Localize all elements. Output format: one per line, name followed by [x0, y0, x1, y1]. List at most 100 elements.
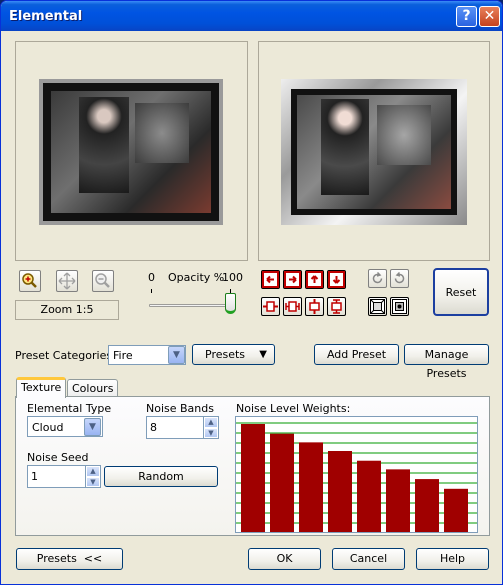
presets-toggle-label: Presets <<	[36, 552, 103, 565]
noise-seed-field[interactable]: 1 ▲ ▼	[27, 465, 101, 488]
rotate-right-icon	[394, 271, 405, 284]
rotate-left-icon	[372, 271, 383, 284]
noise-weight-bar-8[interactable]	[444, 488, 468, 532]
zoom-in-button[interactable]	[19, 270, 41, 292]
reset-label: Reset	[445, 286, 477, 299]
noise-weight-bar-4[interactable]	[328, 451, 352, 532]
actual-size-button[interactable]	[390, 297, 409, 316]
stretch-vertical-button[interactable]	[305, 297, 324, 316]
noise-weight-bar-7[interactable]	[415, 479, 439, 532]
magnify-plus-icon	[22, 273, 37, 288]
noise-seed-label: Noise Seed	[27, 451, 89, 464]
zoom-out-button[interactable]	[92, 270, 114, 292]
noise-weights-label: Noise Level Weights:	[236, 402, 351, 415]
help-title-button[interactable]: ?	[456, 6, 477, 27]
rotate-right-button[interactable]	[390, 269, 409, 288]
preset-category-select[interactable]: Fire ▼	[108, 345, 186, 365]
result-preview-panel	[258, 41, 490, 261]
noise-weight-bar-6[interactable]	[386, 469, 410, 532]
tab-colours-label: Colours	[72, 382, 114, 395]
spin-down-icon[interactable]: ▼	[204, 427, 218, 438]
original-preview-panel	[15, 41, 248, 261]
noise-weights-graph[interactable]	[235, 416, 478, 533]
zoom-level-text: Zoom 1:5	[40, 303, 94, 316]
manage-presets-label: Manage Presets	[424, 348, 469, 380]
noise-seed-spinner[interactable]: ▲ ▼	[85, 466, 100, 487]
noise-weight-bar-5[interactable]	[357, 460, 381, 532]
spin-up-icon[interactable]: ▲	[204, 417, 218, 428]
tab-texture[interactable]: Texture	[16, 377, 67, 398]
presets-menu-button[interactable]: Presets ▼	[192, 344, 275, 365]
align-right-button[interactable]	[283, 270, 302, 289]
opacity-label: Opacity %	[168, 271, 225, 284]
opacity-min-label: 0	[148, 271, 155, 284]
arrow-left-icon	[262, 271, 279, 288]
random-button[interactable]: Random	[104, 466, 218, 487]
help-label: Help	[439, 552, 466, 565]
arrow-up-icon	[306, 271, 323, 288]
random-label: Random	[138, 470, 184, 483]
help-button[interactable]: Help	[416, 548, 489, 570]
spin-up-icon[interactable]: ▲	[86, 466, 100, 477]
zoom-level-display: Zoom 1:5	[15, 300, 119, 320]
ok-button[interactable]: OK	[248, 548, 321, 570]
result-preview-image	[281, 79, 467, 225]
noise-bands-field[interactable]: 8 ▲ ▼	[146, 416, 219, 439]
actual-size-icon	[392, 299, 407, 314]
noise-weight-bar-3[interactable]	[299, 442, 323, 532]
opacity-tick-left	[151, 289, 152, 293]
close-button[interactable]: ✕	[479, 6, 500, 27]
title-bar[interactable]: Elemental ? ✕	[1, 1, 502, 31]
noise-weight-bar-2[interactable]	[270, 433, 294, 532]
noise-weights-chart[interactable]	[236, 417, 477, 532]
chevron-down-icon[interactable]: ▼	[168, 346, 185, 364]
add-preset-button[interactable]: Add Preset	[314, 344, 399, 365]
ok-label: OK	[276, 552, 293, 565]
opacity-max-label: 100	[222, 271, 243, 284]
add-preset-label: Add Preset	[326, 348, 387, 361]
shrink-horizontal-button[interactable]	[283, 297, 302, 316]
preset-categories-label: Preset Categories:	[15, 349, 116, 362]
chevron-down-icon[interactable]: ▼	[84, 418, 101, 436]
elemental-type-select[interactable]: Cloud ▼	[27, 416, 103, 437]
noise-bands-label: Noise Bands	[146, 402, 214, 415]
noise-seed-value: 1	[31, 470, 38, 483]
stretch-horizontal-icon	[263, 301, 278, 312]
shrink-vertical-button[interactable]	[327, 297, 346, 316]
elemental-dialog: Elemental ? ✕ Zoom 1:5 0 Opacity % 100 R…	[0, 0, 503, 585]
noise-bands-spinner[interactable]: ▲ ▼	[203, 417, 218, 438]
shrink-vertical-icon	[331, 299, 342, 314]
preset-category-value: Fire	[113, 349, 133, 362]
opacity-slider-thumb[interactable]	[225, 293, 236, 314]
cancel-button[interactable]: Cancel	[332, 548, 405, 570]
elemental-type-label: Elemental Type	[27, 402, 112, 415]
stretch-horizontal-button[interactable]	[261, 297, 280, 316]
spin-down-icon[interactable]: ▼	[86, 476, 100, 487]
stretch-vertical-icon	[309, 299, 320, 314]
align-bottom-button[interactable]	[327, 270, 346, 289]
menu-arrow-icon: ▼	[259, 349, 267, 360]
move-arrows-icon	[58, 272, 76, 290]
align-top-button[interactable]	[305, 270, 324, 289]
tab-texture-label: Texture	[21, 381, 62, 394]
reset-button[interactable]: Reset	[433, 268, 489, 316]
window-title: Elemental	[9, 9, 83, 24]
opacity-slider-track[interactable]	[149, 304, 235, 307]
presets-toggle-button[interactable]: Presets <<	[16, 548, 123, 570]
pan-button[interactable]	[56, 270, 78, 292]
align-left-button[interactable]	[261, 270, 280, 289]
cancel-label: Cancel	[349, 552, 388, 565]
magnify-minus-icon	[95, 273, 110, 288]
opacity-tick-right	[230, 289, 231, 293]
noise-weight-bar-1[interactable]	[241, 424, 265, 532]
arrow-right-icon	[284, 271, 301, 288]
arrow-down-icon	[328, 271, 345, 288]
noise-bands-value: 8	[150, 421, 157, 434]
original-preview-image	[39, 79, 223, 225]
rotate-left-button[interactable]	[368, 269, 387, 288]
presets-menu-label: Presets	[205, 348, 246, 361]
fit-image-icon	[370, 299, 385, 314]
elemental-type-value: Cloud	[32, 421, 64, 434]
manage-presets-button[interactable]: Manage Presets	[404, 344, 489, 380]
fit-image-button[interactable]	[368, 297, 387, 316]
